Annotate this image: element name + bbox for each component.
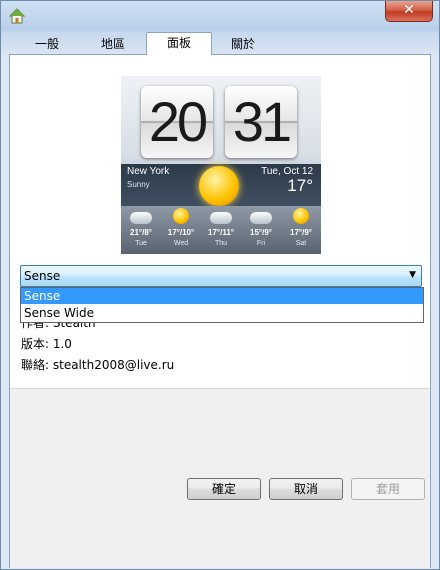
clock-hour: 20: [141, 86, 213, 158]
ok-button[interactable]: 確定: [187, 478, 261, 500]
skin-dropdown-list: Sense Sense Wide: [20, 287, 424, 323]
forecast-temp: 17°/10°: [167, 228, 195, 237]
dropdown-option-sense[interactable]: Sense: [21, 288, 423, 304]
settings-window: ✕ 一般 地區 面板 關於 20 31 New York Sunny Tue, …: [0, 0, 440, 570]
sun-icon: [173, 208, 189, 224]
forecast-day: 15°/9° Fri: [241, 206, 281, 254]
forecast-day-name: Tue: [135, 240, 147, 247]
tab-region[interactable]: 地區: [85, 35, 141, 53]
tab-label: 面板: [166, 36, 191, 50]
dropdown-option-sense-wide[interactable]: Sense Wide: [21, 305, 423, 321]
forecast-day-name: Wed: [173, 240, 189, 247]
forecast-day-name: Thu: [214, 240, 228, 247]
forecast-day-name: Fri: [256, 240, 266, 247]
skin-preview: 20 31 New York Sunny Tue, Oct 12 17° 21°…: [121, 76, 321, 254]
tab-panel[interactable]: 面板: [146, 32, 212, 55]
cloud-icon: [210, 212, 232, 224]
forecast-day: 17°/9° Sat: [281, 206, 321, 254]
sun-icon: [199, 166, 239, 206]
forecast-temp: 21°/8°: [130, 228, 152, 237]
skin-select-value: Sense: [24, 269, 61, 283]
forecast-day: 17°/10° Wed: [161, 206, 201, 254]
home-icon: [9, 8, 25, 24]
forecast-temp: 15°/9°: [250, 228, 272, 237]
forecast-day-name: Sat: [295, 240, 307, 247]
clock-minute: 31: [225, 86, 297, 158]
sun-icon: [293, 208, 309, 224]
forecast-strip: 21°/8° Tue 17°/10° Wed 17°/11° Thu 15°/9…: [121, 206, 321, 254]
tab-general[interactable]: 一般: [21, 35, 73, 53]
close-icon: ✕: [403, 2, 415, 18]
forecast-temp: 17°/9°: [290, 228, 312, 237]
cancel-button[interactable]: 取消: [269, 478, 343, 500]
tab-label: 關於: [230, 37, 255, 51]
forecast-day: 21°/8° Tue: [121, 206, 161, 254]
tab-bar: 一般 地區 面板 關於: [9, 32, 431, 55]
weather-condition: Sunny: [127, 180, 150, 189]
apply-button[interactable]: 套用: [351, 478, 425, 500]
weather-city: New York: [127, 166, 170, 177]
cloud-icon: [250, 212, 272, 224]
chevron-down-icon: ▼: [409, 270, 416, 280]
title-bar[interactable]: ✕: [1, 1, 439, 31]
tab-label: 地區: [100, 37, 125, 51]
close-button[interactable]: ✕: [385, 1, 433, 22]
version-text: 版本: 1.0: [21, 337, 72, 351]
skin-select[interactable]: Sense ▼: [20, 265, 422, 287]
tab-about[interactable]: 關於: [215, 35, 271, 53]
forecast-temp: 17°/11°: [208, 228, 234, 237]
tab-label: 一般: [34, 37, 59, 51]
weather-temp: 17°: [287, 176, 313, 195]
contact-text: 聯絡: stealth2008@live.ru: [21, 358, 175, 372]
forecast-day: 17°/11° Thu: [201, 206, 241, 254]
cloud-icon: [130, 212, 152, 224]
